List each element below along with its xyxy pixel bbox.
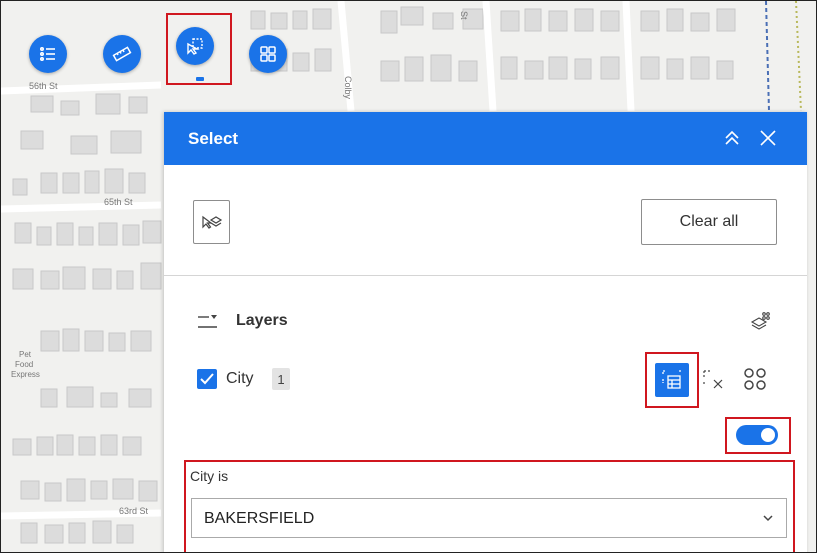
active-tool-indicator bbox=[196, 77, 204, 81]
layers-label: Layers bbox=[236, 312, 288, 329]
chevrons-up-icon bbox=[725, 130, 739, 145]
street-label: 56th St bbox=[29, 81, 58, 91]
selection-count-badge: 1 bbox=[272, 368, 290, 390]
street-label: St bbox=[459, 11, 469, 20]
street-label: 63rd St bbox=[119, 506, 149, 516]
layers-collapse-icon[interactable] bbox=[197, 314, 219, 330]
collapse-button[interactable] bbox=[718, 124, 746, 152]
grid-icon bbox=[260, 46, 276, 62]
street-label: 65th St bbox=[104, 197, 133, 207]
close-button[interactable] bbox=[754, 124, 782, 152]
select-tool-icon bbox=[187, 38, 203, 55]
close-icon bbox=[760, 130, 776, 146]
street-label: Colby bbox=[343, 76, 353, 100]
clear-all-button[interactable]: Clear all bbox=[641, 199, 777, 245]
city-filter-select[interactable]: BAKERSFIELD bbox=[191, 498, 787, 538]
filter-toggle[interactable] bbox=[736, 425, 778, 445]
city-checkbox[interactable] bbox=[197, 369, 217, 389]
chevron-down-icon bbox=[763, 515, 773, 522]
measure-button[interactable] bbox=[103, 35, 141, 73]
select-tool-button[interactable] bbox=[176, 27, 214, 65]
layer-list-button[interactable] bbox=[29, 35, 67, 73]
select-layers-icon bbox=[201, 215, 222, 229]
poi-label: Pet bbox=[19, 350, 32, 359]
select-by-drawing-button[interactable] bbox=[193, 200, 230, 244]
layer-name-city[interactable]: City bbox=[226, 370, 254, 388]
layer-options-icon[interactable] bbox=[750, 311, 772, 333]
toggle-knob bbox=[761, 428, 775, 442]
attribute-filter-icon bbox=[662, 370, 681, 389]
show-attribute-filter-button[interactable] bbox=[655, 363, 689, 397]
ruler-icon bbox=[112, 46, 132, 62]
checkmark-icon bbox=[200, 373, 214, 385]
clear-selection-icon[interactable] bbox=[702, 368, 726, 392]
panel-title: Select bbox=[188, 129, 239, 148]
widget-controller-button[interactable] bbox=[249, 35, 287, 73]
list-icon bbox=[39, 46, 55, 62]
select-panel: Select Clear all Layers City 1 City is B… bbox=[164, 112, 807, 552]
poi-label: Food bbox=[15, 360, 34, 369]
more-options-icon[interactable] bbox=[742, 366, 768, 392]
divider bbox=[164, 275, 807, 276]
panel-header: Select bbox=[164, 112, 807, 165]
filter-value: BAKERSFIELD bbox=[204, 510, 315, 527]
screenshot-frame: 56th St 65th St 63rd St Colby St Pet Foo… bbox=[0, 0, 817, 553]
poi-label: Express bbox=[11, 370, 40, 379]
filter-label: City is bbox=[190, 468, 229, 484]
